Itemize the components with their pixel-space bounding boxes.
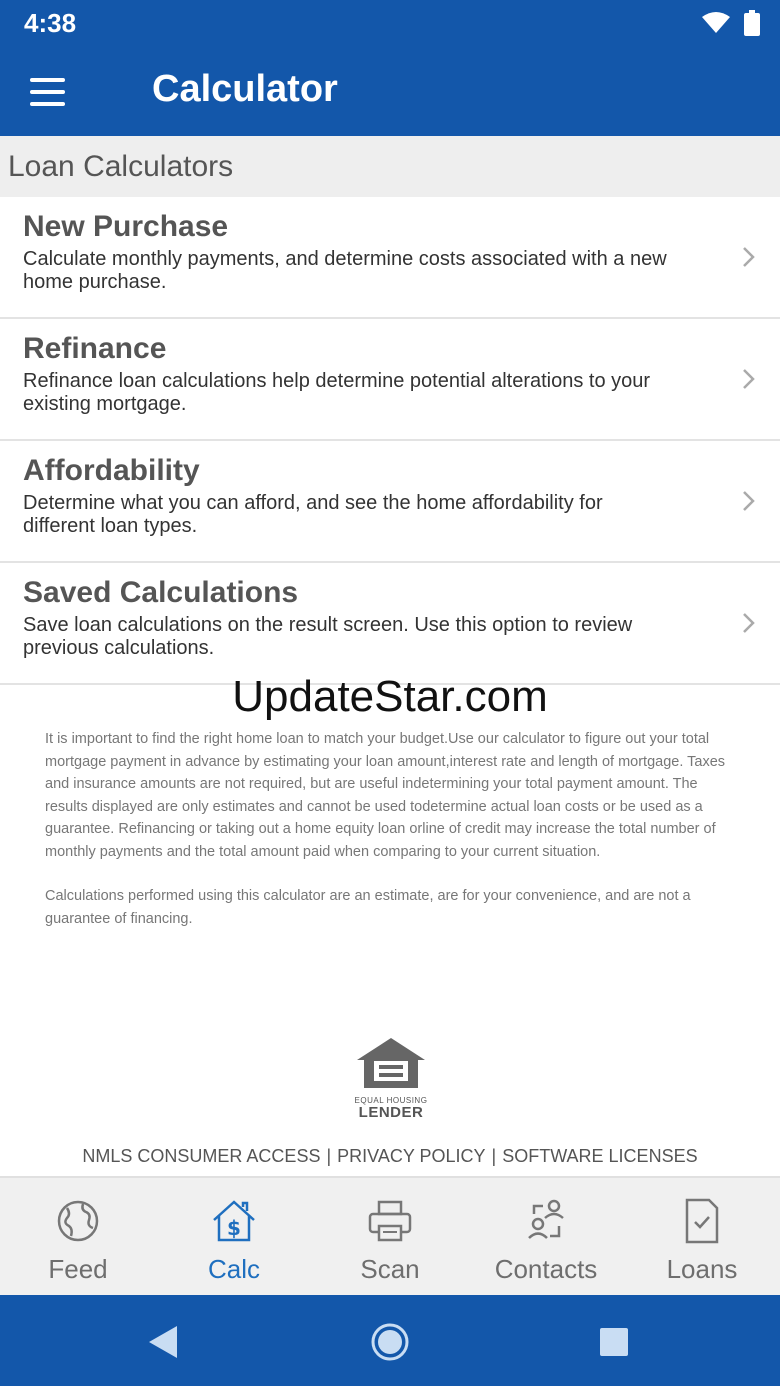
recents-icon[interactable]	[592, 1320, 636, 1364]
list-item-description: Refinance loan calculations help determi…	[23, 370, 651, 415]
list-item-description: Calculate monthly payments, and determin…	[23, 248, 667, 293]
page-title: Calculator	[152, 68, 338, 110]
house-dollar-icon: $	[213, 1200, 255, 1242]
disclaimer-paragraph: It is important to find the right home l…	[45, 731, 726, 860]
list-item-title: Affordability	[23, 454, 200, 487]
list-item-title: Saved Calculations	[23, 576, 299, 609]
equal-housing-house-icon	[357, 1038, 425, 1088]
tab-label: Feed	[48, 1254, 108, 1284]
tab-loans[interactable]: Loans	[624, 1178, 780, 1295]
status-icons	[702, 10, 760, 36]
section-header-label: Loan Calculators	[8, 150, 234, 183]
menu-button[interactable]	[30, 70, 76, 114]
tab-calc[interactable]: $ Calc	[156, 1178, 312, 1295]
status-time: 4:38	[24, 8, 77, 38]
list-item-title: Refinance	[23, 332, 167, 365]
document-check-icon	[685, 1198, 719, 1244]
logo-text-big: LENDER	[358, 1104, 424, 1121]
chevron-right-icon	[743, 247, 755, 267]
back-icon[interactable]	[141, 1320, 185, 1364]
tab-feed[interactable]: Feed	[0, 1178, 156, 1295]
home-icon[interactable]	[368, 1320, 412, 1364]
tab-label: Scan	[360, 1254, 420, 1284]
list-item-title: New Purchase	[23, 210, 229, 243]
calculator-list: New Purchase Calculate monthly payments,…	[0, 197, 780, 685]
wifi-icon	[702, 12, 730, 33]
privacy-policy-link[interactable]: PRIVACY POLICY	[337, 1146, 485, 1166]
app-bar: Calculator	[0, 48, 780, 136]
bottom-tab-bar: Feed $ Calc Scan Contacts Loans	[0, 1176, 780, 1295]
tab-label: Contacts	[494, 1254, 598, 1284]
equal-housing-lender-logo: EQUAL HOUSING LENDER	[354, 1036, 428, 1121]
tab-contacts[interactable]: Contacts	[468, 1178, 624, 1295]
globe-icon	[57, 1200, 99, 1242]
footer-links: NMLS CONSUMER ACCESS | PRIVACY POLICY | SOFT…	[0, 1146, 780, 1167]
list-item-description: Determine what you can afford, and see t…	[23, 492, 603, 537]
disclaimer-paragraph: Calculations performed using this calcul…	[45, 888, 691, 927]
nmls-consumer-access-link[interactable]: NMLS CONSUMER ACCESS	[82, 1146, 320, 1166]
chevron-right-icon	[743, 613, 755, 633]
svg-text:$: $	[227, 1216, 241, 1240]
disclaimer-text: It is important to find the right home l…	[45, 728, 735, 952]
list-item-affordability[interactable]: Affordability Determine what you can aff…	[0, 441, 780, 563]
battery-icon	[744, 10, 760, 36]
chevron-right-icon	[743, 369, 755, 389]
link-separator: |	[491, 1146, 497, 1166]
status-bar: 4:38	[0, 0, 780, 48]
system-nav-bar	[0, 1295, 780, 1386]
watermark: UpdateStar.com	[232, 672, 548, 721]
printer-icon	[368, 1200, 412, 1242]
tab-label: Calc	[207, 1254, 260, 1284]
link-separator: |	[326, 1146, 332, 1166]
menu-icon	[30, 78, 65, 82]
list-item-saved-calculations[interactable]: Saved Calculations Save loan calculation…	[0, 563, 780, 685]
software-licenses-link[interactable]: SOFTWARE LICENSES	[502, 1146, 697, 1166]
chevron-right-icon	[743, 491, 755, 511]
tab-label: Loans	[666, 1254, 738, 1284]
list-item-new-purchase[interactable]: New Purchase Calculate monthly payments,…	[0, 197, 780, 319]
list-item-refinance[interactable]: Refinance Refinance loan calculations he…	[0, 319, 780, 441]
tab-scan[interactable]: Scan	[312, 1178, 468, 1295]
section-header: Loan Calculators	[0, 136, 780, 197]
list-item-description: Save loan calculations on the result scr…	[23, 614, 633, 659]
contacts-icon	[528, 1199, 564, 1239]
